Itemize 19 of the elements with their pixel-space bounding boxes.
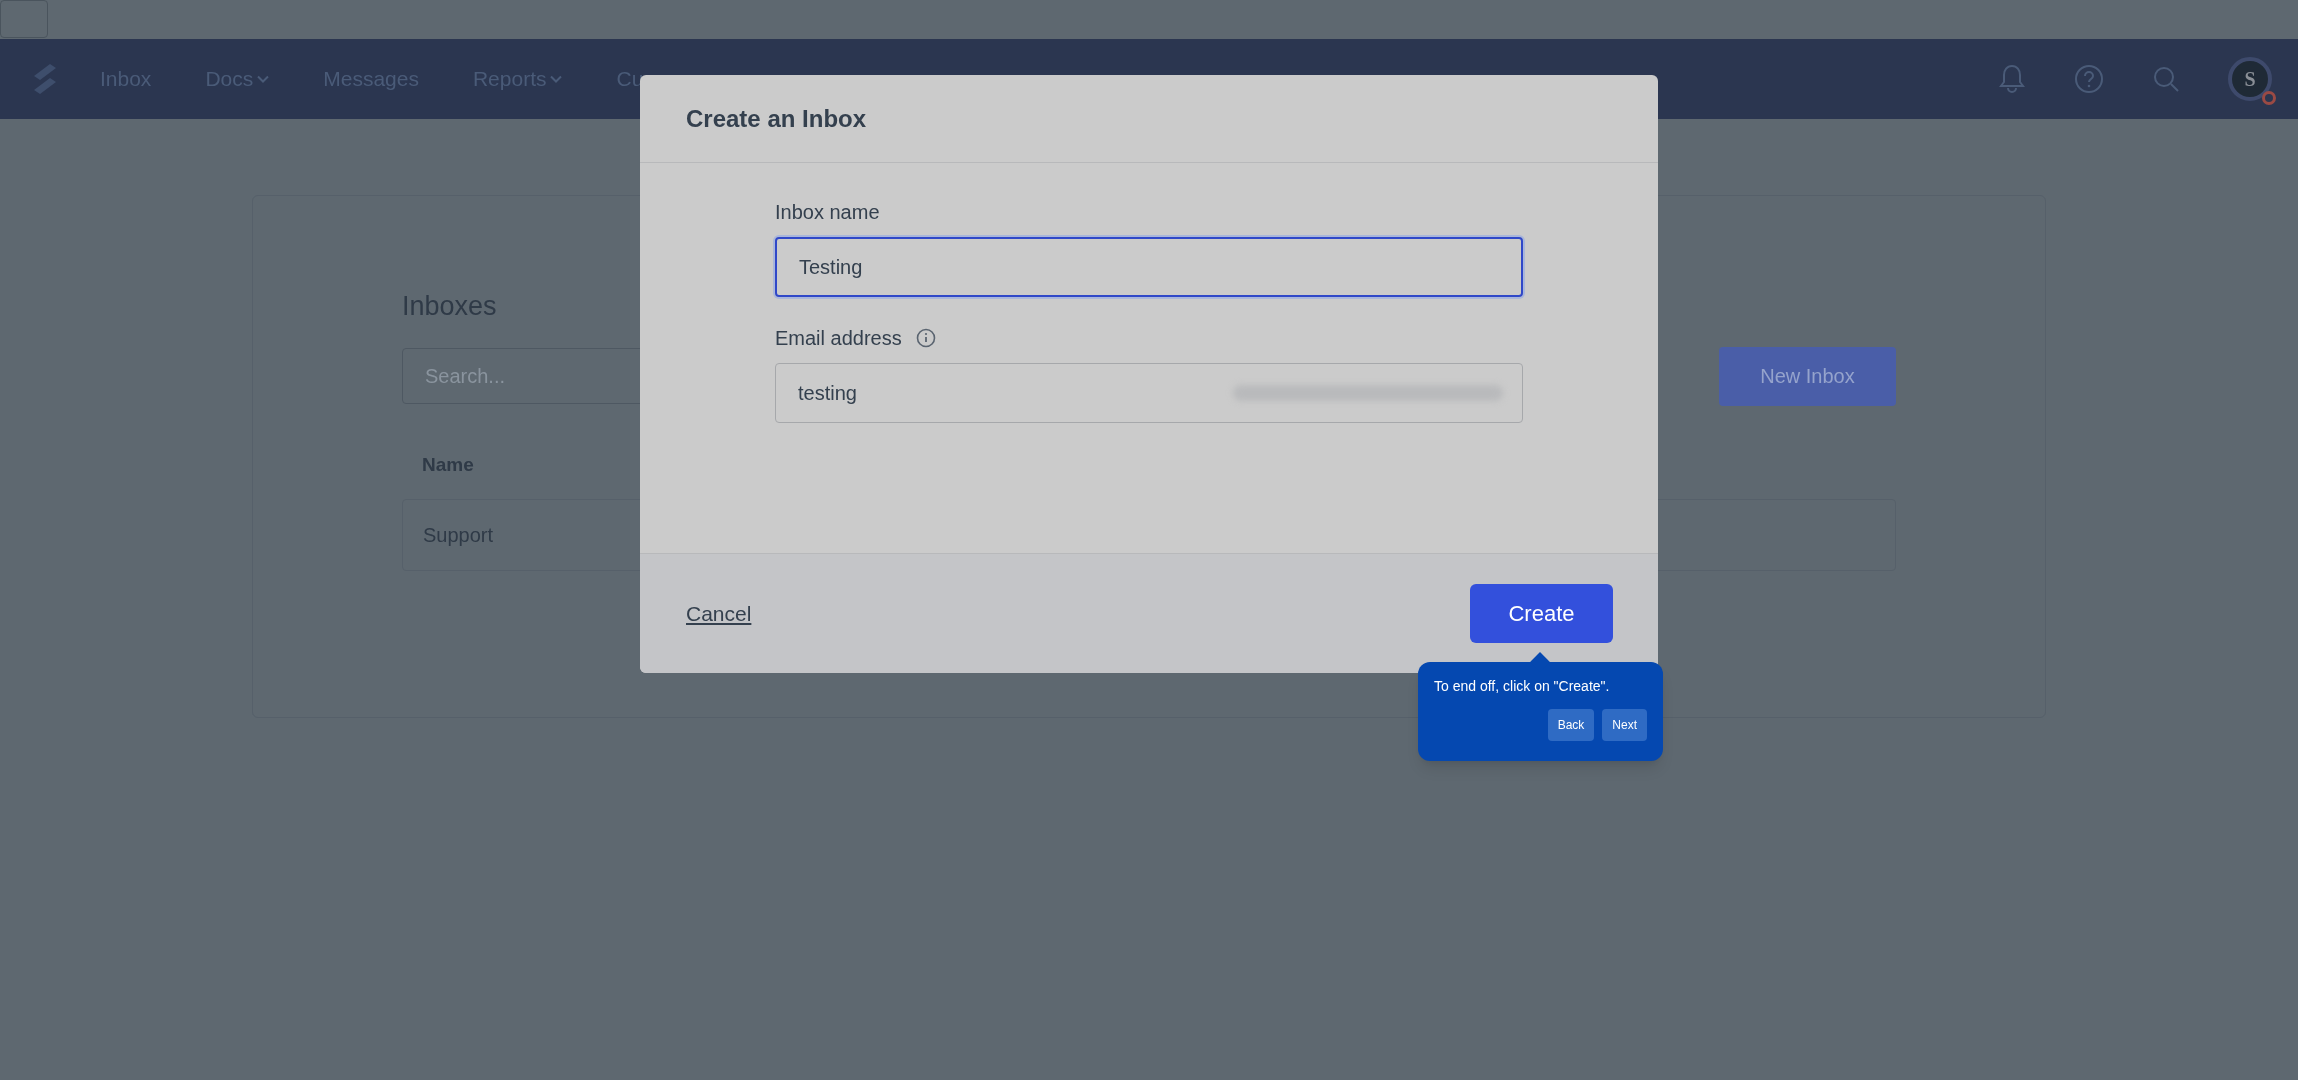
field-label: Inbox name (775, 200, 880, 225)
field-label: Email address (775, 326, 902, 351)
corner-box (0, 0, 48, 38)
tour-button[interactable]: Back (1547, 709, 1595, 741)
tooltip-text: To end off, click on "Create". (1434, 677, 1611, 696)
tour-button[interactable]: Next (1602, 709, 1647, 741)
text-field[interactable]: testing (775, 363, 1523, 423)
text-field[interactable]: Testing (775, 237, 1523, 297)
bell-icon[interactable] (1998, 64, 2026, 94)
create-button[interactable]: Create (1470, 584, 1613, 643)
help-icon[interactable] (2074, 64, 2104, 94)
avatar[interactable]: S (2228, 57, 2272, 101)
chevron-down-icon (550, 75, 563, 83)
search-icon[interactable] (2152, 65, 2180, 93)
dialog-title: Create an Inbox (686, 103, 867, 134)
cancel-link[interactable]: Cancel (686, 597, 752, 630)
new-inbox-button[interactable]: New Inbox (1719, 346, 1896, 406)
chevron-down-icon (257, 75, 270, 83)
info-icon[interactable] (915, 328, 936, 348)
